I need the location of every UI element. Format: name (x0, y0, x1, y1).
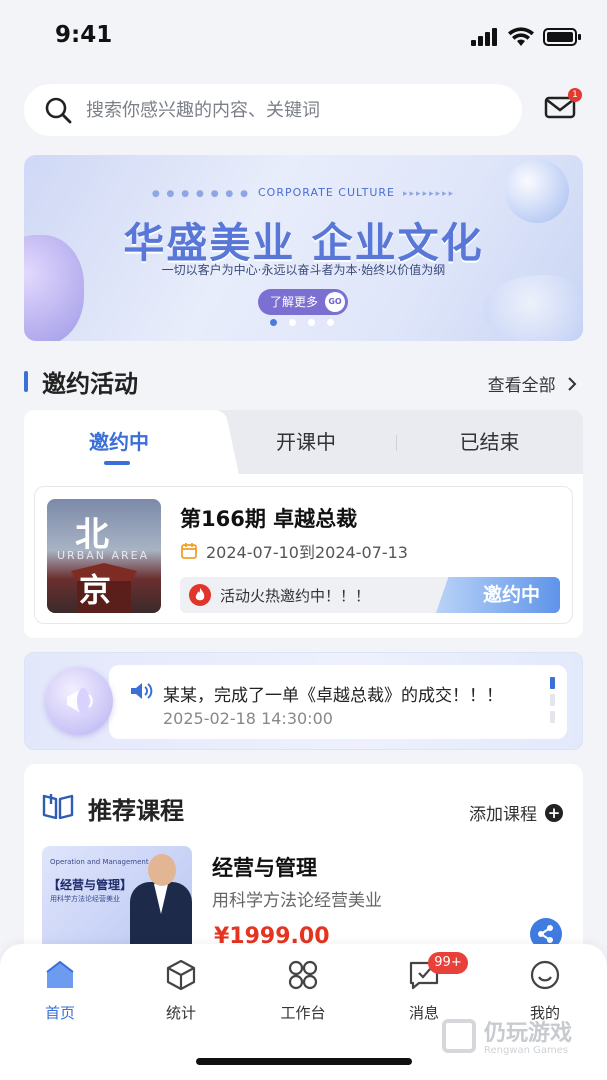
tabbar-item-workbench[interactable]: 工作台 (263, 958, 343, 1023)
course-name: 经营与管理 (212, 856, 317, 880)
cover-person-head (148, 854, 176, 886)
cover-subtitle: 用科学方法论经营美业 (50, 895, 120, 903)
fire-icon (189, 584, 211, 606)
learn-more-button[interactable]: 了解更多 GO (258, 289, 349, 315)
invite-activity-card: 邀约中 开课中 已结束 北 URBAN AREA 京 第166期 卓越总裁 20… (24, 410, 583, 638)
thumb-en-text: URBAN AREA (57, 549, 150, 562)
course-thumbnail: 北 URBAN AREA 京 (47, 499, 161, 613)
banner-subtitle-text: CORPORATE CULTURE (257, 186, 396, 199)
tab-label: 邀约中 (89, 430, 149, 454)
message-badge: 99+ (428, 952, 468, 974)
wifi-icon (508, 27, 534, 46)
search-input[interactable] (86, 99, 476, 121)
banner-slogan: 一切以客户为中心·永远以奋斗者为本·始终以价值为纲 (161, 263, 446, 277)
course-status-row: 活动火热邀约中！！！ 邀约中 (180, 577, 560, 613)
banner-dot[interactable] (327, 319, 334, 326)
tabbar-label: 首页 (44, 1004, 75, 1022)
course-title: 第166期 卓越总裁 (180, 507, 358, 531)
search-icon (45, 97, 72, 124)
book-icon (42, 794, 74, 820)
smile-icon (530, 960, 560, 990)
watermark: 仍玩游戏 Rengwan Games (442, 1015, 592, 1059)
tab-underline (104, 461, 130, 465)
thumb-text-2: 京 (79, 571, 112, 609)
chevron-right-icon (568, 377, 577, 391)
signal-icon (471, 28, 497, 46)
banner-dot[interactable] (270, 319, 277, 326)
go-icon: GO (325, 292, 346, 312)
megaphone-icon (45, 667, 113, 735)
status-bar: 9:41 (0, 0, 607, 72)
notice-scroll-indicator (550, 677, 555, 728)
inviting-status-badge: 邀约中 (436, 577, 560, 613)
view-all-link[interactable]: 查看全部 (488, 371, 577, 396)
tab-in-class[interactable]: 开课中 (224, 410, 388, 474)
banner-pagination (270, 319, 334, 326)
invite-section-header: 邀约活动 查看全部 (24, 364, 583, 398)
banner-title: 华盛美业 企业文化 (123, 219, 484, 267)
cover-title: 【经营与管理】 (48, 878, 133, 892)
plus-icon: + (545, 803, 563, 822)
tabbar-item-messages[interactable]: 99+ 消息 (384, 952, 468, 1023)
watermark-cn: 仍玩游戏 (484, 1021, 573, 1046)
notice-text: 某某，完成了一单《卓越总裁》的成交！！！ (163, 686, 503, 706)
watermark-logo-icon (442, 1019, 476, 1053)
hot-status-text: 活动火热邀约中！！！ (220, 587, 371, 605)
invite-section-title: 邀约活动 (42, 370, 138, 398)
invite-tabs: 邀约中 开课中 已结束 (24, 410, 583, 474)
battery-icon (543, 28, 581, 46)
notice-content[interactable]: 某某，完成了一单《卓越总裁》的成交！！！ 2025-02-18 14:30:00 (109, 665, 567, 739)
course-date: 2024-07-10到2024-07-13 (180, 539, 408, 563)
add-course-button[interactable]: 添加课程 + (469, 800, 563, 825)
tabbar-label: 统计 (165, 1004, 196, 1022)
tab-label: 开课中 (276, 430, 336, 454)
section-accent-bar (24, 371, 28, 392)
tab-label: 已结束 (459, 430, 520, 454)
view-all-label: 查看全部 (487, 376, 556, 396)
recommend-title: 推荐课程 (88, 797, 184, 825)
search-row: 1 (24, 84, 583, 136)
calendar-icon (181, 543, 197, 559)
watermark-en: Rengwan Games (484, 1045, 569, 1056)
banner-subtitle: ● ● ● ● ● ● ● CORPORATE CULTURE ▸▸▸▸▸▸▸▸ (151, 186, 456, 199)
course-cover[interactable]: Operation and Management 【经营与管理】 用科学方法论经… (42, 846, 192, 956)
banner-dot[interactable] (289, 319, 296, 326)
tabbar-item-home[interactable]: 首页 (20, 958, 100, 1023)
add-course-label: 添加课程 (469, 805, 537, 825)
tabbar-item-mine[interactable]: 我的 (505, 958, 585, 1023)
grid-icon (288, 960, 318, 990)
cover-en-text: Operation and Management (50, 858, 149, 866)
tab-ended[interactable]: 已结束 (396, 410, 583, 474)
banner-decoration (483, 275, 583, 341)
tabbar-label: 工作台 (280, 1004, 326, 1022)
course-description: 用科学方法论经营美业 (212, 891, 382, 911)
tabbar-item-stats[interactable]: 统计 (141, 958, 221, 1023)
deal-notice-card: 某某，完成了一单《卓越总裁》的成交！！！ 2025-02-18 14:30:00 (24, 652, 583, 750)
status-icons (471, 27, 581, 47)
notice-time: 2025-02-18 14:30:00 (163, 709, 333, 728)
home-icon (46, 960, 74, 988)
speaker-icon (131, 683, 153, 699)
banner-dot[interactable] (308, 319, 315, 326)
search-box[interactable] (24, 84, 522, 136)
culture-banner[interactable]: ● ● ● ● ● ● ● CORPORATE CULTURE ▸▸▸▸▸▸▸▸ 华… (24, 155, 583, 341)
cube-icon (166, 959, 196, 991)
mail-badge: 1 (568, 88, 582, 102)
learn-more-label: 了解更多 (270, 295, 319, 309)
invite-course-item[interactable]: 北 URBAN AREA 京 第166期 卓越总裁 2024-07-10到202… (34, 486, 573, 624)
home-indicator (196, 1058, 412, 1065)
course-date-text: 2024-07-10到2024-07-13 (206, 543, 408, 562)
mail-button[interactable]: 1 (544, 88, 582, 124)
status-time: 9:41 (55, 22, 113, 48)
